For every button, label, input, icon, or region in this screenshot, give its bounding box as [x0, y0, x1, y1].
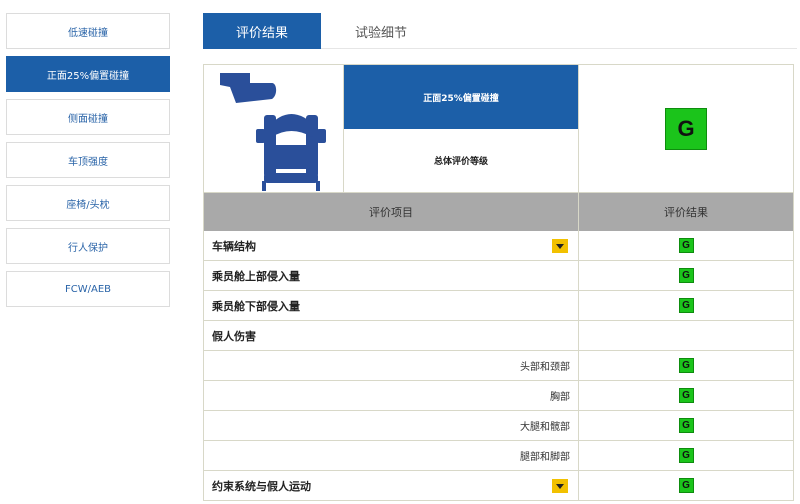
- rating-badge: G: [678, 358, 694, 373]
- sidebar-item-seat-headrest[interactable]: 座椅/头枕: [6, 185, 170, 221]
- sidebar-item-small-overlap[interactable]: 正面25%偏置碰撞: [6, 56, 170, 92]
- table-row: 乘员舱上部侵入量 G: [204, 261, 793, 291]
- rating-badge: G: [678, 268, 694, 283]
- rating-badge: G: [678, 298, 694, 313]
- rating-badge: G: [678, 388, 694, 403]
- rating-badge: G: [678, 478, 694, 493]
- table-row: 腿部和脚部 G: [204, 441, 793, 471]
- header-result: 评价结果: [664, 206, 708, 219]
- sidebar-item-side-impact[interactable]: 侧面碰撞: [6, 99, 170, 135]
- row-label: 约束系统与假人运动: [212, 479, 311, 493]
- table-row: 大腿和髋部 G: [204, 411, 793, 441]
- row-label: 车辆结构: [212, 239, 256, 253]
- sidebar-item-low-speed[interactable]: 低速碰撞: [6, 13, 170, 49]
- sidebar-item-fcw-aeb[interactable]: FCW/AEB: [6, 271, 170, 307]
- expand-dropdown-icon[interactable]: [552, 479, 568, 493]
- sidebar-item-pedestrian[interactable]: 行人保护: [6, 228, 170, 264]
- tab-test-details[interactable]: 试验细节: [321, 13, 441, 49]
- summary-panel: 正面25%偏置碰撞 总体评价等级 G: [203, 64, 794, 193]
- row-label: 腿部和脚部: [520, 452, 570, 463]
- test-name-label: 正面25%偏置碰撞: [344, 65, 578, 129]
- table-row: 假人伤害: [204, 321, 793, 351]
- table-row: 乘员舱下部侵入量 G: [204, 291, 793, 321]
- summary-middle: 正面25%偏置碰撞 总体评价等级: [344, 65, 579, 192]
- row-label: 假人伤害: [212, 329, 256, 343]
- rating-badge: G: [678, 448, 694, 463]
- table-row: 头部和颈部 G: [204, 351, 793, 381]
- tab-bar: 评价结果 试验细节: [203, 13, 797, 49]
- rating-badge: G: [678, 418, 694, 433]
- row-label: 乘员舱上部侵入量: [212, 269, 300, 283]
- table-header: 评价项目 评价结果: [204, 193, 793, 231]
- table-row: 车辆结构 G: [204, 231, 793, 261]
- overall-rating-badge: G: [665, 107, 707, 150]
- sidebar: 低速碰撞 正面25%偏置碰撞 侧面碰撞 车顶强度 座椅/头枕 行人保护 FCW/…: [6, 13, 170, 314]
- row-label: 头部和颈部: [520, 362, 570, 373]
- small-overlap-car-icon: [220, 73, 326, 191]
- row-label: 大腿和髋部: [520, 422, 570, 433]
- results-table: 评价项目 评价结果 车辆结构 G 乘员舱上部侵入量 G 乘员舱下部侵入量 G 假…: [203, 193, 794, 501]
- table-row: 约束系统与假人运动 G: [204, 471, 793, 501]
- tab-results[interactable]: 评价结果: [203, 13, 321, 49]
- header-item: 评价项目: [204, 193, 579, 231]
- rating-badge: G: [678, 238, 694, 253]
- sidebar-item-roof-strength[interactable]: 车顶强度: [6, 142, 170, 178]
- overall-rating-label: 总体评价等级: [433, 157, 488, 167]
- row-label: 胸部: [550, 392, 570, 403]
- expand-dropdown-icon[interactable]: [552, 239, 568, 253]
- row-label: 乘员舱下部侵入量: [212, 299, 300, 313]
- crash-test-illustration: [204, 65, 344, 192]
- summary-rating-cell: G: [579, 65, 793, 192]
- table-row: 胸部 G: [204, 381, 793, 411]
